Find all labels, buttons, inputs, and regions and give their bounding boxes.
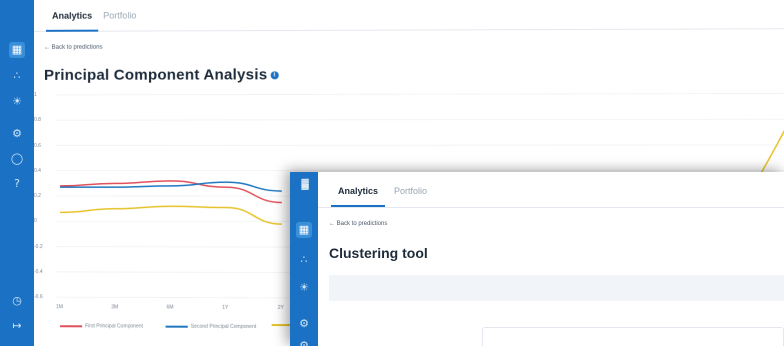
legend-item[interactable]: Second Principal Component: [165, 323, 257, 330]
toolbar-area: [329, 275, 784, 301]
x-tick-label: 1M: [56, 304, 64, 311]
series-line: [60, 181, 282, 203]
settings-icon[interactable]: ⚙: [296, 338, 312, 346]
y-tick-label: 0.4: [34, 167, 41, 174]
settings-icon[interactable]: ⚙: [296, 316, 312, 332]
y-tick-label: 1: [34, 91, 37, 98]
y-tick-label: 0: [34, 218, 37, 225]
legend-label: First Principal Component: [85, 323, 143, 330]
legend-item[interactable]: First Principal Component: [60, 323, 143, 330]
lightbulb-icon[interactable]: ☀: [296, 280, 312, 296]
active-tab-indicator: [331, 205, 385, 207]
logo-icon: ▓: [301, 179, 309, 190]
y-tick-label: 0.6: [34, 142, 41, 149]
y-tick-label: -0.6: [34, 294, 43, 301]
grid-line: [56, 119, 784, 120]
y-tick-label: -0.2: [34, 243, 43, 250]
clustering-window: ▓ ▦ ∴ ☀ ⚙ ⚙ Analytics Portfolio ← Back t…: [290, 172, 784, 346]
tab-analytics[interactable]: Analytics: [338, 186, 378, 196]
page-title: Clustering tool: [329, 245, 428, 261]
back-to-predictions-link[interactable]: ← Back to predictions: [329, 221, 387, 227]
x-tick-label: 6M: [166, 304, 174, 311]
content-card: [482, 327, 784, 346]
x-tick-label: 3M: [111, 304, 119, 311]
legend-label: Second Principal Component: [190, 323, 257, 330]
tab-bar: Analytics Portfolio: [318, 172, 784, 208]
legend-swatch: [60, 325, 83, 328]
sidebar: ▓ ▦ ∴ ☀ ⚙ ⚙: [290, 172, 318, 346]
grid-line: [56, 93, 784, 94]
tab-portfolio[interactable]: Portfolio: [394, 186, 427, 196]
grid-icon[interactable]: ▦: [296, 222, 312, 238]
y-tick-label: 0.2: [34, 193, 41, 200]
chart-icon[interactable]: ∴: [296, 252, 312, 268]
y-tick-label: 0.8: [34, 117, 41, 124]
x-tick-label: 1Y: [222, 304, 229, 311]
legend-swatch: [165, 325, 188, 328]
y-tick-label: -0.4: [34, 268, 43, 275]
x-tick-label: 2Y: [277, 304, 284, 311]
grid-line: [56, 145, 784, 146]
